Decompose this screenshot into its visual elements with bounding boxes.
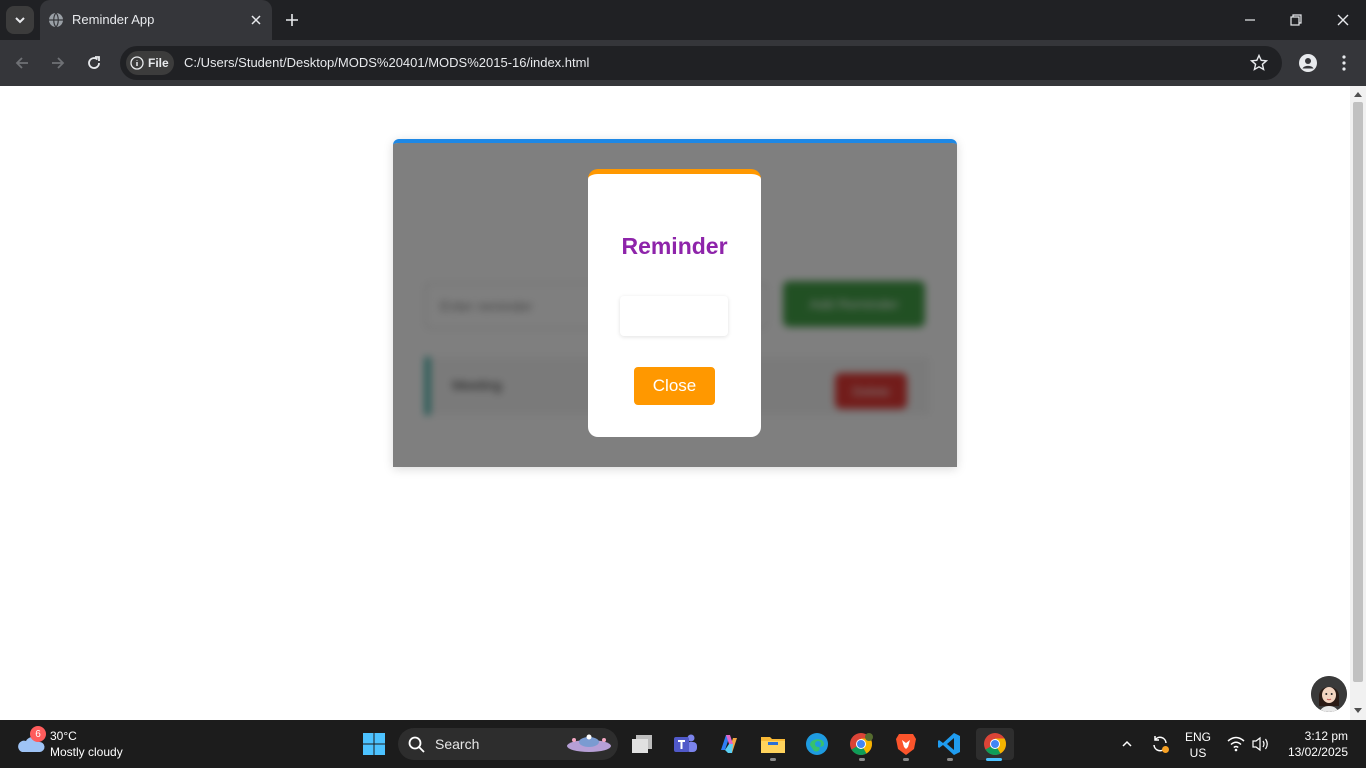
bookmark-star-icon[interactable] [1250,54,1268,72]
restore-icon [1290,14,1302,26]
wifi-icon [1227,736,1245,752]
modal-title: Reminder [621,233,728,259]
copilot-icon [721,735,737,753]
windows-taskbar: 6 30°C Mostly cloudy Search ENG US 3:12 … [0,720,1366,768]
close-icon [251,15,261,25]
search-icon [408,736,425,753]
minimize-icon [1245,19,1255,21]
taskbar-search-box[interactable]: Search [398,728,618,760]
task-view-button[interactable] [626,728,658,760]
edge-button[interactable] [801,728,833,760]
weather-condition: Mostly cloudy [50,745,123,759]
info-icon [130,56,144,70]
folder-icon [761,737,785,753]
search-label: Search [435,736,480,752]
chrome-icon [984,733,1006,755]
scrollbar-thumb[interactable] [1353,102,1363,682]
chrome-button-active[interactable] [976,728,1014,760]
teams-button[interactable] [669,728,701,760]
weather-temperature: 30°C [50,729,77,743]
profile-icon [1299,54,1317,72]
restore-button[interactable] [1286,10,1306,30]
close-window-button[interactable] [1333,10,1353,30]
minimize-button[interactable] [1240,10,1260,30]
sync-status-button[interactable] [1145,728,1175,760]
arrow-right-icon [52,57,65,69]
arrow-left-icon [15,57,28,69]
volume-button[interactable] [1247,728,1275,760]
clock-date: 13/02/2025 [1287,745,1348,759]
profile-button[interactable] [1296,51,1320,75]
running-indicator [903,758,909,761]
address-bar[interactable]: File C:/Users/Student/Desktop/MODS%20401… [120,46,1282,80]
tab-title: Reminder App [72,12,155,27]
forward-button[interactable] [46,51,70,75]
scheme-label: File [148,56,169,70]
chevron-up-icon [1122,740,1132,747]
menu-button[interactable] [1332,51,1356,75]
file-explorer-button[interactable] [757,728,789,760]
close-button[interactable]: Close [634,367,715,405]
chevron-down-icon [15,17,25,24]
tab-close-button[interactable] [248,12,264,28]
url-text[interactable]: C:/Users/Student/Desktop/MODS%20401/MODS… [184,55,589,70]
brave-lion-icon [896,734,916,755]
scroll-down-arrow[interactable] [1354,708,1362,713]
task-view-icon [632,735,652,753]
browser-toolbar: File C:/Users/Student/Desktop/MODS%20401… [0,40,1366,86]
brave-button[interactable] [890,728,922,760]
running-indicator [770,758,776,761]
clock-time: 3:12 pm [1304,729,1348,743]
plus-icon [286,14,298,26]
page-viewport: Reminder Enter reminder Add Reminder Mee… [0,86,1350,720]
modal-message-box [620,296,728,336]
avatar-icon [1311,676,1347,712]
start-button[interactable] [358,728,390,760]
edge-icon [806,733,828,755]
tray-overflow-button[interactable] [1112,728,1142,760]
chrome-icon [850,733,873,755]
windows-logo-icon [363,733,385,755]
avatar[interactable] [1311,676,1347,712]
close-icon [1337,14,1349,26]
active-indicator [986,758,1002,761]
teams-icon [674,734,697,752]
vscode-icon [938,733,960,755]
new-tab-button[interactable] [282,10,302,30]
sync-icon [1153,736,1169,753]
keyboard-layout: US [1189,746,1207,760]
running-indicator [859,758,865,761]
language-code: ENG [1184,730,1211,744]
reload-button[interactable] [82,51,106,75]
vscode-button[interactable] [933,728,965,760]
tab-search-button[interactable] [6,6,34,34]
weather-badge: 6 [30,726,46,742]
chrome-profile-button[interactable] [845,728,877,760]
back-button[interactable] [10,51,34,75]
page-scrollbar[interactable] [1350,86,1366,720]
site-info-chip[interactable]: File [126,51,174,75]
speaker-icon [1252,736,1268,752]
more-vertical-icon [1342,55,1346,71]
running-indicator [947,758,953,761]
reload-icon [88,56,100,69]
copilot-button[interactable] [713,728,745,760]
scroll-up-arrow[interactable] [1354,92,1362,97]
wifi-button[interactable] [1222,728,1250,760]
search-highlight-icon [567,734,611,752]
reminder-modal: Reminder Close [588,169,761,437]
browser-tab-strip: Reminder App [0,0,1366,40]
globe-icon [49,12,63,28]
browser-tab[interactable]: Reminder App [40,0,272,40]
